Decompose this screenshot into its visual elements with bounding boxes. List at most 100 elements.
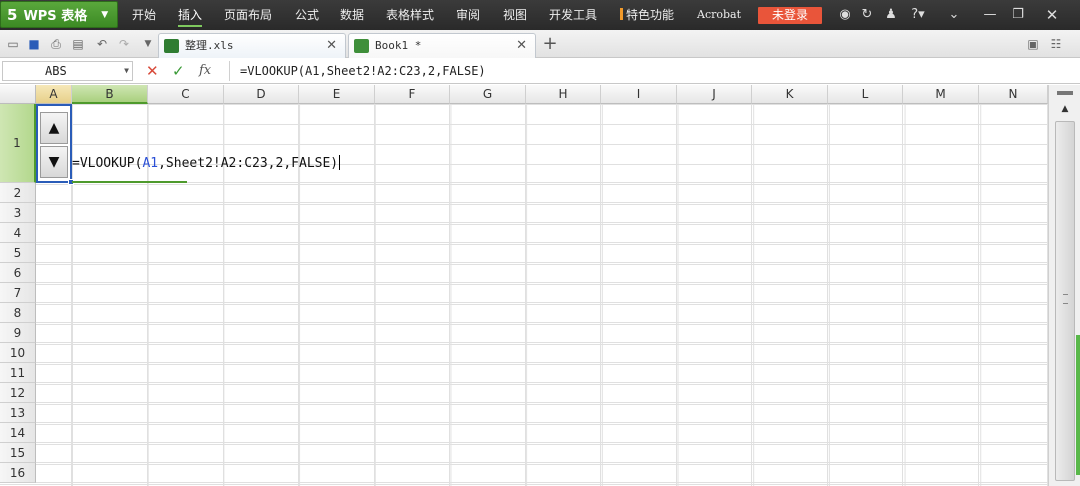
close-window-icon[interactable]: ✕ bbox=[1040, 0, 1064, 30]
row-header-13[interactable]: 13 bbox=[0, 403, 36, 423]
tab-book1[interactable]: Book1 * ✕ bbox=[348, 33, 536, 58]
menu-home[interactable]: 开始 bbox=[132, 0, 156, 30]
menu-data[interactable]: 数据 bbox=[340, 0, 364, 30]
formula-bar: ABS ▼ ✕ ✓ fx =VLOOKUP(A1,Sheet2!A2:C23,2… bbox=[0, 59, 1080, 84]
menu-special-features[interactable]: 特色功能 bbox=[620, 0, 674, 30]
scroll-up-icon[interactable]: ▲ bbox=[1055, 101, 1075, 117]
print-preview-icon[interactable]: ▤ bbox=[70, 36, 86, 52]
document-tab-bar: ▭ ■ ⎙ ▤ ↶ ↷ ▼ 整理.xls ✕ Book1 * ✕ + ▣ ☷ bbox=[0, 30, 1080, 58]
column-header-b[interactable]: B bbox=[72, 85, 148, 104]
formula-suffix: ,Sheet2!A2:C23,2,FALSE) bbox=[158, 156, 339, 171]
column-header-l[interactable]: L bbox=[828, 85, 903, 104]
column-header-d[interactable]: D bbox=[224, 85, 299, 104]
row-header-7[interactable]: 7 bbox=[0, 283, 36, 303]
row-header-8[interactable]: 8 bbox=[0, 303, 36, 323]
tab-zhengli-xls[interactable]: 整理.xls ✕ bbox=[158, 33, 346, 58]
column-header-e[interactable]: E bbox=[299, 85, 375, 104]
collapse-ribbon-icon[interactable]: ⌄ bbox=[944, 0, 964, 30]
column-header-f[interactable]: F bbox=[375, 85, 450, 104]
new-tab-button[interactable]: + bbox=[540, 32, 560, 56]
grid-hline bbox=[36, 222, 1048, 223]
row-header-5[interactable]: 5 bbox=[0, 243, 36, 263]
row-header-3[interactable]: 3 bbox=[0, 203, 36, 223]
open-folder-icon[interactable]: ▭ bbox=[5, 36, 21, 52]
scroll-edge-indicator bbox=[1076, 335, 1080, 475]
menu-developer[interactable]: 开发工具 bbox=[549, 0, 597, 30]
menu-acrobat[interactable]: Acrobat bbox=[697, 0, 741, 30]
vertical-scrollbar[interactable]: ▲ bbox=[1048, 85, 1080, 486]
tab-list-icon[interactable]: ☷ bbox=[1048, 36, 1064, 52]
row-header-2[interactable]: 2 bbox=[0, 183, 36, 203]
row-headers: 1 2 3 4 5 6 7 8 9 10 11 12 13 14 15 16 bbox=[0, 104, 36, 486]
row-header-11[interactable]: 11 bbox=[0, 363, 36, 383]
column-header-j[interactable]: J bbox=[677, 85, 752, 104]
menu-view[interactable]: 视图 bbox=[503, 0, 527, 30]
row-header-10[interactable]: 10 bbox=[0, 343, 36, 363]
save-icon[interactable]: ■ bbox=[26, 36, 42, 52]
name-box[interactable]: ABS ▼ bbox=[2, 61, 133, 81]
enter-check-icon[interactable]: ✓ bbox=[172, 60, 185, 82]
cell-b1-editor[interactable]: =VLOOKUP(A1,Sheet2!A2:C23,2,FALSE) bbox=[72, 153, 341, 175]
grid-hline bbox=[36, 342, 1048, 343]
menu-formula[interactable]: 公式 bbox=[295, 0, 319, 30]
scroll-thumb[interactable] bbox=[1055, 121, 1075, 481]
row-1-cells: ▲ ▼ =VLOOKUP(A1,Sheet2!A2:C23,2,FALSE) bbox=[36, 104, 1048, 185]
undo-icon[interactable]: ↶ bbox=[94, 36, 110, 52]
grid-hline bbox=[36, 242, 1048, 243]
redo-icon[interactable]: ↷ bbox=[116, 36, 132, 52]
select-all-corner[interactable] bbox=[0, 85, 36, 104]
close-tab-icon[interactable]: ✕ bbox=[326, 34, 337, 58]
column-header-i[interactable]: I bbox=[601, 85, 677, 104]
restore-icon[interactable]: ❐ bbox=[1008, 0, 1028, 30]
print-icon[interactable]: ⎙ bbox=[48, 36, 64, 52]
spinner-down-button[interactable]: ▼ bbox=[40, 146, 68, 178]
cancel-icon[interactable]: ✕ bbox=[146, 60, 159, 82]
menu-table-style[interactable]: 表格样式 bbox=[386, 0, 434, 30]
formula-input[interactable]: =VLOOKUP(A1,Sheet2!A2:C23,2,FALSE) bbox=[229, 61, 1078, 81]
row-header-6[interactable]: 6 bbox=[0, 263, 36, 283]
row-header-1[interactable]: 1 bbox=[0, 104, 36, 183]
column-header-g[interactable]: G bbox=[450, 85, 526, 104]
menu-review[interactable]: 审阅 bbox=[456, 0, 480, 30]
column-header-h[interactable]: H bbox=[526, 85, 601, 104]
insert-function-icon[interactable]: fx bbox=[199, 60, 211, 82]
formula-ref: A1 bbox=[142, 156, 159, 171]
column-header-a[interactable]: A bbox=[36, 85, 72, 104]
spinner-up-button[interactable]: ▲ bbox=[40, 112, 68, 144]
app-menu-button[interactable]: 5 WPS 表格 ▼ bbox=[0, 1, 118, 28]
row-header-16[interactable]: 16 bbox=[0, 463, 36, 483]
cell-a1[interactable]: ▲ ▼ bbox=[36, 104, 74, 185]
row-header-15[interactable]: 15 bbox=[0, 443, 36, 463]
login-button[interactable]: 未登录 bbox=[758, 7, 822, 24]
column-header-c[interactable]: C bbox=[148, 85, 224, 104]
skin-icon[interactable]: ◉ bbox=[836, 0, 854, 30]
text-caret bbox=[339, 155, 341, 170]
feedback-icon[interactable]: ↻ bbox=[858, 0, 876, 30]
menu-insert[interactable]: 插入 bbox=[178, 0, 203, 30]
window-layout-icon[interactable]: ▣ bbox=[1025, 36, 1041, 52]
menu-page-layout[interactable]: 页面布局 bbox=[224, 0, 272, 30]
grid-hline bbox=[36, 442, 1048, 443]
column-header-m[interactable]: M bbox=[903, 85, 979, 104]
quick-access-dropdown-icon[interactable]: ▼ bbox=[140, 36, 156, 52]
name-box-value: ABS bbox=[45, 64, 67, 78]
help-icon[interactable]: ?▾ bbox=[906, 0, 930, 30]
formula-prefix: =VLOOKUP( bbox=[72, 156, 143, 171]
row-header-9[interactable]: 9 bbox=[0, 323, 36, 343]
row-header-12[interactable]: 12 bbox=[0, 383, 36, 403]
grid-hline bbox=[36, 402, 1048, 403]
close-tab-icon[interactable]: ✕ bbox=[516, 34, 527, 58]
chevron-down-icon[interactable]: ▼ bbox=[124, 62, 129, 80]
minimize-icon[interactable]: — bbox=[980, 0, 1000, 30]
app-title: WPS 表格 bbox=[23, 9, 88, 24]
column-header-k[interactable]: K bbox=[752, 85, 828, 104]
row-header-14[interactable]: 14 bbox=[0, 423, 36, 443]
special-features-label: 特色功能 bbox=[626, 8, 675, 22]
grip-icon bbox=[1063, 294, 1068, 304]
spreadsheet-grid[interactable]: ABCDEFGHIJKLMN 1 2 3 4 5 6 7 8 9 10 11 12 13 14 15 16 ▲… bbox=[0, 85, 1048, 486]
split-handle[interactable] bbox=[1057, 91, 1073, 95]
row-header-4[interactable]: 4 bbox=[0, 223, 36, 243]
shirt-icon[interactable]: ♟ bbox=[882, 0, 900, 30]
special-features-icon bbox=[620, 8, 623, 20]
column-header-n[interactable]: N bbox=[979, 85, 1048, 104]
